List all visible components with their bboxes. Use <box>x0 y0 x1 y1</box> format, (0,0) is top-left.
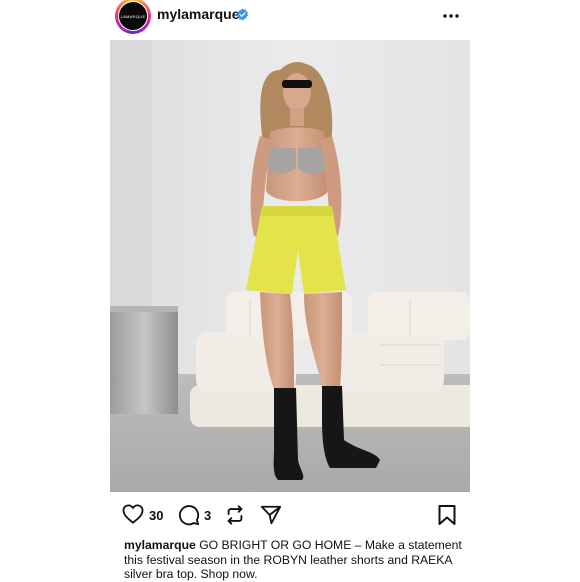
repost-icon[interactable] <box>224 503 246 527</box>
post-image[interactable] <box>110 40 470 492</box>
post-photo-illustration <box>110 40 470 492</box>
share-send-icon[interactable] <box>260 504 282 526</box>
avatar-logo-text: LAMARQUE <box>120 13 146 19</box>
verified-badge-icon <box>236 8 249 21</box>
action-bar: 30 3 <box>0 500 580 530</box>
post-header: LAMARQUE mylamarque <box>0 0 580 36</box>
like-heart-icon[interactable] <box>122 504 144 524</box>
avatar-logo: LAMARQUE <box>118 1 148 31</box>
more-options-icon[interactable] <box>442 3 460 23</box>
caption-username[interactable]: mylamarque <box>124 538 196 552</box>
comment-icon[interactable] <box>178 504 200 526</box>
like-count: 30 <box>149 508 164 523</box>
save-bookmark-icon[interactable] <box>437 504 457 526</box>
avatar[interactable]: LAMARQUE <box>115 0 151 34</box>
comment-count: 3 <box>204 508 212 523</box>
username-link[interactable]: mylamarque <box>157 6 239 22</box>
post-caption: mylamarque GO BRIGHT OR GO HOME – Make a… <box>124 538 464 582</box>
